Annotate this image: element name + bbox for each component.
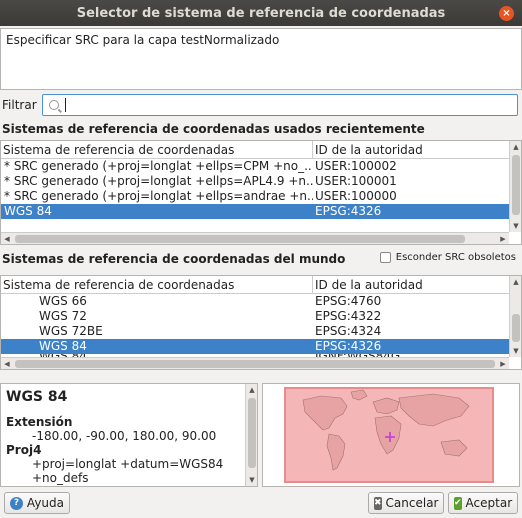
scroll-left-icon[interactable]: ◀ xyxy=(1,358,13,369)
table-row[interactable]: WGS 72BE EPSG:4324 xyxy=(1,324,521,339)
recent-row-id: USER:100001 xyxy=(315,174,397,188)
scroll-thumb[interactable] xyxy=(512,155,520,215)
world-row-id: EPSG:4760 xyxy=(315,294,382,308)
proj4-line-1: +proj=longlat +datum=WGS84 xyxy=(32,457,224,471)
table-row[interactable]: WGS 66 EPSG:4760 xyxy=(1,294,521,309)
description-text: Especificar SRC para la capa testNormali… xyxy=(6,33,280,47)
recent-table-header: Sistema de referencia de coordenadas ID … xyxy=(1,141,521,159)
world-section-title: Sistemas de referencia de coordenadas de… xyxy=(2,252,346,266)
recent-col-crs[interactable]: Sistema de referencia de coordenadas xyxy=(1,141,313,158)
hide-obsolete-checkbox[interactable] xyxy=(379,252,391,263)
scroll-down-icon[interactable]: ▼ xyxy=(510,345,521,357)
filter-label: Filtrar xyxy=(2,98,37,112)
window-title: Selector de sistema de referencia de coo… xyxy=(76,5,446,21)
hide-obsolete-label: Esconder SRC obsoletos xyxy=(395,252,516,263)
window-titlebar: Selector de sistema de referencia de coo… xyxy=(0,0,522,26)
info-vertical-scrollbar[interactable]: ▲ ▼ xyxy=(245,384,257,486)
accept-button[interactable]: ✔ Aceptar xyxy=(448,492,518,514)
world-crs-table[interactable]: Sistema de referencia de coordenadas ID … xyxy=(0,275,522,370)
help-icon: ? xyxy=(10,496,23,510)
recent-vertical-scrollbar[interactable]: ▲ ▼ xyxy=(509,141,521,232)
world-horizontal-scrollbar[interactable]: ◀ ▶ xyxy=(1,357,509,369)
world-table-header: Sistema de referencia de coordenadas ID … xyxy=(1,276,521,294)
world-row-id: EPSG:4324 xyxy=(315,324,382,338)
table-row[interactable]: * SRC generado (+proj=longlat +ellps=and… xyxy=(1,189,521,204)
world-row-name: WGS 72 xyxy=(39,309,87,323)
table-row-selected[interactable]: WGS 84 EPSG:4326 xyxy=(1,204,521,219)
world-map-icon xyxy=(284,387,494,483)
recent-row-name: * SRC generado (+proj=longlat +ellps=CPM… xyxy=(4,159,313,173)
layer-description: Especificar SRC para la capa testNormali… xyxy=(0,28,522,90)
world-col-id[interactable]: ID de la autoridad xyxy=(313,276,509,293)
table-row[interactable]: WGS 72 EPSG:4322 xyxy=(1,309,521,324)
scroll-down-icon[interactable]: ▼ xyxy=(510,220,521,232)
checkmark-icon: ✔ xyxy=(454,496,462,510)
extent-map-preview xyxy=(262,383,520,487)
recent-row-name: * SRC generado (+proj=longlat +ellps=APL… xyxy=(4,174,313,188)
scroll-down-icon[interactable]: ▼ xyxy=(246,474,257,486)
proj4-label: Proj4 xyxy=(6,443,42,457)
proj4-line-2: +no_defs xyxy=(32,471,89,485)
crs-name: WGS 84 xyxy=(6,389,68,405)
cancel-button[interactable]: ✖ Cancelar xyxy=(368,492,444,514)
accept-label: Aceptar xyxy=(465,496,513,510)
filter-field[interactable] xyxy=(66,98,517,112)
help-button[interactable]: ? Ayuda xyxy=(4,492,70,514)
world-row-name: WGS 72BE xyxy=(39,324,103,338)
recent-row-id: USER:100002 xyxy=(315,159,397,173)
world-row-id: EPSG:4326 xyxy=(315,339,382,353)
table-row[interactable]: * SRC generado (+proj=longlat +ellps=CPM… xyxy=(1,159,521,174)
recent-horizontal-scrollbar[interactable]: ◀ ▶ xyxy=(1,232,509,244)
filter-row: Filtrar xyxy=(0,94,522,116)
recent-row-name: WGS 84 xyxy=(4,204,52,218)
filter-input[interactable] xyxy=(42,94,518,116)
recent-row-id: USER:100000 xyxy=(315,189,397,203)
crs-info-panel: WGS 84 Extensión -180.00, -90.00, 180.00… xyxy=(0,383,258,487)
world-row-name: WGS 84 xyxy=(39,339,87,353)
close-icon[interactable]: × xyxy=(499,6,514,21)
scroll-thumb[interactable] xyxy=(15,235,465,243)
cancel-icon: ✖ xyxy=(374,496,382,510)
recent-row-id: EPSG:4326 xyxy=(315,204,382,218)
scroll-up-icon[interactable]: ▲ xyxy=(510,141,521,153)
world-col-crs[interactable]: Sistema de referencia de coordenadas xyxy=(1,276,313,293)
recent-row-name: * SRC generado (+proj=longlat +ellps=and… xyxy=(4,189,313,203)
recent-crs-table[interactable]: Sistema de referencia de coordenadas ID … xyxy=(0,140,522,245)
search-icon xyxy=(49,100,59,110)
scroll-thumb[interactable] xyxy=(15,360,495,368)
recent-col-id[interactable]: ID de la autoridad xyxy=(313,141,509,158)
recent-section-title: Sistemas de referencia de coordenadas us… xyxy=(2,122,425,136)
scroll-up-icon[interactable]: ▲ xyxy=(510,276,521,288)
scroll-left-icon[interactable]: ◀ xyxy=(1,233,13,244)
scroll-thumb[interactable] xyxy=(248,398,256,468)
scroll-right-icon[interactable]: ▶ xyxy=(497,233,509,244)
world-row-name: WGS 66 xyxy=(39,294,87,308)
scroll-right-icon[interactable]: ▶ xyxy=(497,358,509,369)
scroll-up-icon[interactable]: ▲ xyxy=(246,384,257,396)
world-row-id: EPSG:4322 xyxy=(315,309,382,323)
extent-value: -180.00, -90.00, 180.00, 90.00 xyxy=(32,429,217,443)
hide-obsolete-toggle[interactable]: Esconder SRC obsoletos xyxy=(379,252,516,263)
cancel-label: Cancelar xyxy=(385,496,439,510)
table-row-selected[interactable]: WGS 84 EPSG:4326 xyxy=(1,339,521,354)
world-vertical-scrollbar[interactable]: ▲ ▼ xyxy=(509,276,521,357)
scroll-thumb[interactable] xyxy=(512,314,520,342)
help-label: Ayuda xyxy=(26,496,64,510)
table-row[interactable]: * SRC generado (+proj=longlat +ellps=APL… xyxy=(1,174,521,189)
extent-label: Extensión xyxy=(6,415,73,429)
